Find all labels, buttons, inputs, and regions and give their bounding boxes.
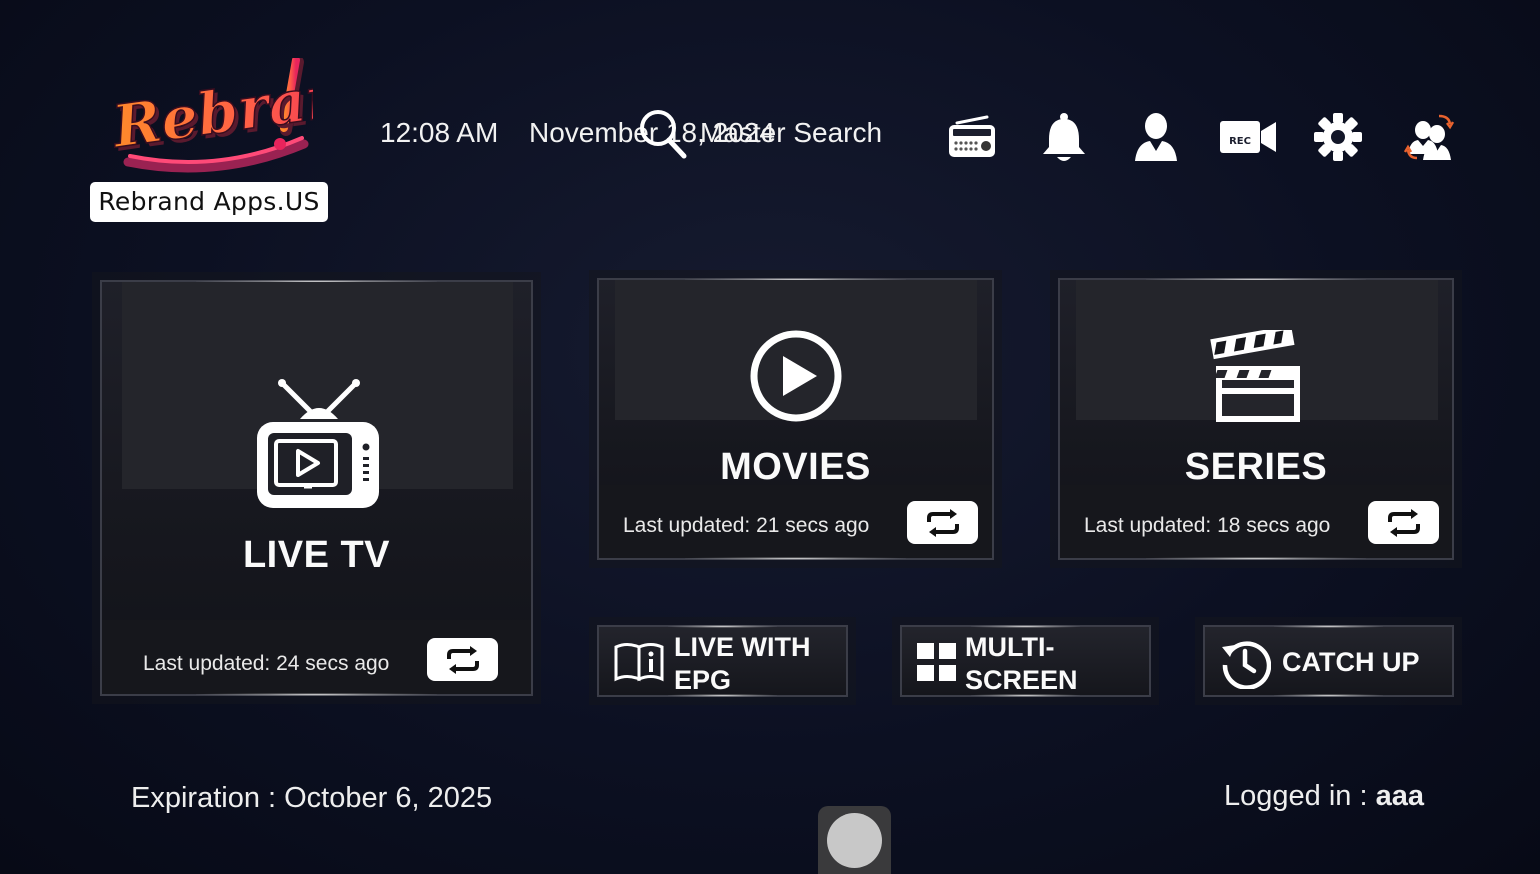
live-with-epg-tile[interactable]: LIVE WITH EPG [597,625,848,697]
brand-caption: Rebrand Apps.US [90,182,328,222]
refresh-icon [1387,508,1420,537]
logged-in-user: aaa [1375,780,1424,812]
movies-refresh-button[interactable] [907,501,978,544]
expiration-text: Expiration : October 6, 2025 [131,782,493,814]
series-last-updated: Last updated: 18 secs ago [1084,514,1331,537]
live-tv-tile[interactable]: LIVE TV Last updated: 24 secs ago [100,280,533,696]
series-tile[interactable]: SERIES Last updated: 18 secs ago [1058,278,1454,560]
home-dot-icon [827,812,882,868]
search-icon[interactable] [638,108,688,160]
clapperboard-icon [1210,330,1300,422]
rebrand-logo-icon: Rebrand Rebrand [108,58,313,173]
multi-screen-line2: SCREEN [965,665,1078,695]
rec-camera-icon[interactable]: REC [1218,110,1278,164]
switch-user-icon[interactable] [1403,110,1457,164]
multi-screen-line1: MULTI- [965,632,1055,662]
movies-tile[interactable]: MOVIES Last updated: 21 secs ago [597,278,994,560]
tv-icon [257,379,379,508]
bell-icon[interactable] [1037,110,1091,164]
play-icon [750,330,842,422]
logged-in-label: Logged in : [1224,780,1376,812]
catch-up-label: CATCH UP [1282,647,1420,677]
brand-logo: Rebrand Rebrand Rebrand Apps.US [90,52,328,222]
grid-icon [917,643,956,681]
live-tv-refresh-button[interactable] [427,638,498,681]
clock-time: 12:08 AM [380,117,499,148]
radio-icon[interactable] [945,110,999,164]
series-title: SERIES [1184,446,1328,488]
live-tv-last-updated: Last updated: 24 secs ago [143,652,390,675]
history-clock-icon [1222,641,1271,689]
movies-title: MOVIES [720,446,871,488]
movies-last-updated: Last updated: 21 secs ago [623,514,870,537]
home-button[interactable] [818,806,891,874]
live-tv-title: LIVE TV [242,534,391,576]
series-refresh-button[interactable] [1368,501,1439,544]
user-icon[interactable] [1129,110,1183,164]
multi-screen-tile[interactable]: MULTI- SCREEN [900,625,1151,697]
live-epg-line2: EPG [674,665,732,695]
refresh-icon [926,508,959,537]
refresh-icon [446,645,479,674]
gear-icon[interactable] [1311,110,1365,164]
catch-up-tile[interactable]: CATCH UP [1203,625,1454,697]
book-info-icon [614,643,664,682]
master-search-label[interactable]: Master Search [700,117,882,149]
live-epg-line1: LIVE WITH [674,632,811,662]
logged-in-status: Logged in : aaa [1224,780,1424,813]
svg-text:REC: REC [1229,136,1251,147]
